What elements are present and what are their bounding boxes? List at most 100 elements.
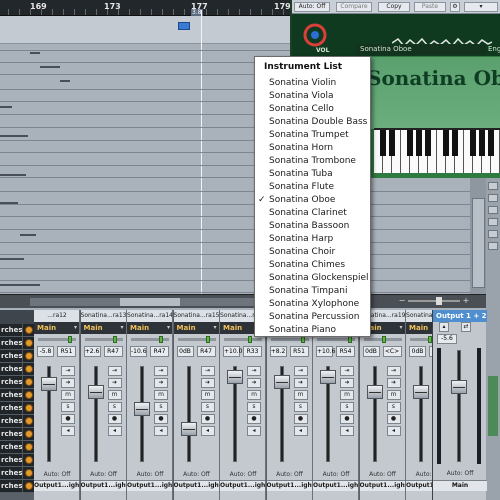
- pan-slider-knob[interactable]: [112, 336, 117, 343]
- track-name-row[interactable]: rches: [0, 337, 34, 350]
- inspector-button[interactable]: [488, 206, 498, 214]
- instrument-list-item[interactable]: Sonatina Bassoon: [255, 220, 370, 233]
- instrument-icon[interactable]: [25, 378, 33, 386]
- pan-slider-knob[interactable]: [348, 336, 352, 343]
- input-arrow-icon[interactable]: ➜: [386, 378, 401, 388]
- volume-fader-cap[interactable]: [227, 370, 243, 384]
- channel-name[interactable]: Sonatina...ra15: [173, 310, 219, 322]
- channel-bus-selector[interactable]: Main ▾: [127, 322, 172, 334]
- midi-note[interactable]: [0, 174, 26, 176]
- midi-note[interactable]: [60, 80, 70, 82]
- master-volume-value[interactable]: -5.6: [437, 334, 457, 344]
- instrument-list-item[interactable]: Sonatina Horn: [255, 142, 370, 155]
- output-selector[interactable]: Output1...ight: [34, 480, 79, 491]
- zoom-in-icon[interactable]: +: [462, 296, 470, 306]
- instrument-list-item[interactable]: Sonatina Choir: [255, 246, 370, 259]
- zoom-track[interactable]: [408, 300, 460, 302]
- midi-note[interactable]: [0, 284, 40, 286]
- inspector-button[interactable]: [488, 194, 498, 202]
- volume-value[interactable]: -5.8: [37, 346, 54, 357]
- instrument-list-item[interactable]: Sonatina Glockenspiel: [255, 272, 370, 285]
- monitor-icon[interactable]: ◂: [200, 426, 215, 436]
- track-name-row[interactable]: rches: [0, 350, 34, 363]
- solo-button[interactable]: s: [154, 402, 168, 412]
- mute-button[interactable]: m: [247, 390, 261, 400]
- piano-black-key[interactable]: [425, 130, 431, 156]
- volume-fader-cap[interactable]: [320, 370, 336, 384]
- piano-black-key[interactable]: [452, 130, 458, 156]
- piano-black-key[interactable]: [443, 130, 449, 156]
- automation-read-icon[interactable]: ⇥: [107, 366, 122, 376]
- output-selector[interactable]: Output1...ight: [220, 480, 265, 491]
- zoom-control[interactable]: − +: [398, 296, 478, 306]
- volume-fader-cap[interactable]: [273, 375, 290, 389]
- channel-name[interactable]: Sonatina...ra14: [127, 310, 172, 322]
- instrument-list-item[interactable]: Sonatina Trombone: [255, 155, 370, 168]
- automation-button[interactable]: Auto: Off: [294, 2, 330, 12]
- master-output-label[interactable]: Main: [433, 480, 487, 491]
- instrument-icon[interactable]: [25, 391, 33, 399]
- solo-button[interactable]: s: [386, 402, 401, 412]
- monitor-icon[interactable]: ◂: [293, 426, 308, 436]
- instrument-icon[interactable]: [25, 430, 33, 438]
- output-selector[interactable]: Output1...ight: [127, 480, 172, 491]
- record-arm-icon[interactable]: ●: [107, 414, 122, 424]
- instrument-icon[interactable]: [25, 404, 33, 412]
- volume-fader-track[interactable]: [186, 366, 191, 462]
- pan-slider-knob[interactable]: [300, 336, 305, 343]
- track-name-row[interactable]: rches: [0, 415, 34, 428]
- gear-icon[interactable]: ⚙: [450, 2, 460, 12]
- instrument-list-item[interactable]: Sonatina Xylophone: [255, 298, 370, 311]
- instrument-list-item[interactable]: Sonatina Piano: [255, 324, 370, 337]
- input-arrow-icon[interactable]: ➜: [340, 378, 354, 388]
- inspector-button[interactable]: [488, 218, 498, 226]
- track-name-row[interactable]: rches: [0, 441, 34, 454]
- monitor-icon[interactable]: ◂: [61, 426, 75, 436]
- volume-fader-cap[interactable]: [134, 402, 150, 416]
- track-name-row[interactable]: rches: [0, 363, 34, 376]
- link-icon[interactable]: ⇄: [461, 322, 471, 332]
- inspector-button[interactable]: [488, 182, 498, 190]
- pan-slider-track[interactable]: [131, 338, 169, 341]
- inspector-button[interactable]: [488, 242, 498, 250]
- track-name-row[interactable]: rches: [0, 467, 34, 480]
- midi-note[interactable]: [0, 258, 24, 260]
- automation-mode[interactable]: Auto: Off: [127, 470, 172, 479]
- instrument-icon[interactable]: [25, 469, 33, 477]
- volume-value[interactable]: 0dB: [409, 346, 426, 357]
- automation-mode[interactable]: Auto: Off: [267, 470, 312, 479]
- mute-button[interactable]: m: [293, 390, 308, 400]
- channel-name[interactable]: ...ra12: [34, 310, 79, 322]
- pan-slider-knob[interactable]: [68, 336, 72, 343]
- channel-bus-selector[interactable]: Main ▾: [173, 322, 219, 334]
- master-fader-track[interactable]: [457, 350, 461, 462]
- preset-selector[interactable]: Sonatina Oboe: [356, 44, 486, 55]
- automation-read-icon[interactable]: ⇥: [293, 366, 308, 376]
- piano-keyboard[interactable]: [374, 128, 500, 173]
- channel-bus-selector[interactable]: Main ▾: [34, 322, 79, 334]
- piano-black-key[interactable]: [389, 130, 395, 156]
- instrument-list-item[interactable]: Sonatina Flute: [255, 181, 370, 194]
- timeline-ruler[interactable]: 169 173 177 179: [0, 0, 291, 16]
- channel-name[interactable]: Sonatina...ra13: [80, 310, 126, 322]
- monitor-icon[interactable]: ◂: [340, 426, 354, 436]
- automation-mode[interactable]: Auto: Off: [81, 470, 126, 479]
- volume-value[interactable]: +8.2: [269, 346, 287, 357]
- mute-button[interactable]: m: [154, 390, 168, 400]
- record-arm-icon[interactable]: ●: [61, 414, 75, 424]
- loop-marker[interactable]: [178, 22, 190, 30]
- input-arrow-icon[interactable]: ➜: [247, 378, 261, 388]
- pan-slider-knob[interactable]: [205, 336, 210, 343]
- solo-button[interactable]: s: [200, 402, 215, 412]
- pan-value[interactable]: <C>: [382, 346, 402, 357]
- automation-read-icon[interactable]: ⇥: [200, 366, 215, 376]
- volume-fader-cap[interactable]: [180, 422, 197, 436]
- output-selector[interactable]: Output1...ight: [313, 480, 358, 491]
- marker-lane[interactable]: [0, 16, 290, 44]
- monitor-icon[interactable]: ◂: [154, 426, 168, 436]
- pan-slider-track[interactable]: [84, 338, 123, 341]
- mute-button[interactable]: m: [340, 390, 354, 400]
- inspector-button[interactable]: [488, 230, 498, 238]
- zoom-slider-knob[interactable]: [436, 297, 442, 305]
- midi-note[interactable]: [20, 234, 36, 236]
